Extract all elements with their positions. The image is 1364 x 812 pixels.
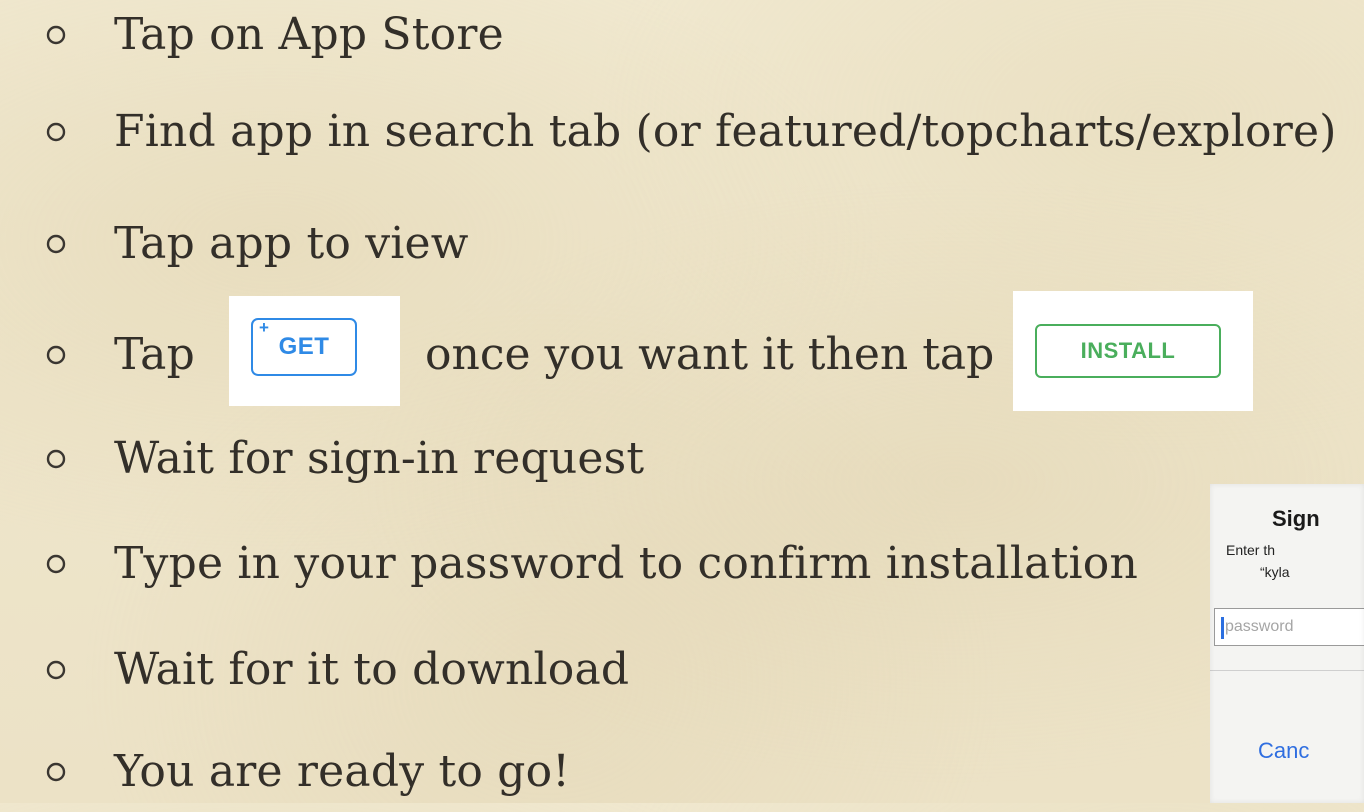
hollow-circle-icon xyxy=(45,24,67,46)
hollow-circle-icon xyxy=(45,448,67,470)
get-button-image: + GET xyxy=(229,296,400,406)
install-button-label: INSTALL xyxy=(1080,338,1176,363)
step-text: Tap app to view xyxy=(114,218,469,269)
get-button[interactable]: + GET xyxy=(251,318,357,376)
step-text: Tap on App Store xyxy=(114,9,504,60)
step-text: Wait for sign-in request xyxy=(114,433,645,484)
step-text: Wait for it to download xyxy=(114,644,630,695)
password-field[interactable]: password xyxy=(1214,608,1364,646)
step-text: Type in your password to confirm install… xyxy=(114,538,1138,589)
password-placeholder: password xyxy=(1225,618,1294,635)
step-text: Tap xyxy=(114,329,195,380)
signin-title: Sign xyxy=(1272,506,1320,531)
hollow-circle-icon xyxy=(45,233,67,255)
signin-dialog: Sign Enter th “kyla password Canc xyxy=(1210,484,1364,803)
signin-message-line1: Enter th xyxy=(1226,542,1276,558)
cancel-button[interactable]: Canc xyxy=(1258,738,1309,764)
get-button-label: GET xyxy=(278,333,330,360)
install-button[interactable]: INSTALL xyxy=(1035,324,1221,378)
step-text: You are ready to go! xyxy=(114,746,571,797)
plus-icon: + xyxy=(259,318,270,337)
hollow-circle-icon xyxy=(45,344,67,366)
text-caret xyxy=(1221,617,1224,639)
install-button-image: INSTALL xyxy=(1013,291,1253,411)
hollow-circle-icon xyxy=(45,553,67,575)
hollow-circle-icon xyxy=(45,761,67,783)
signin-message-line2: “kyla xyxy=(1260,564,1290,580)
step-text-continuation: once you want it then tap xyxy=(425,329,995,380)
hollow-circle-icon xyxy=(45,659,67,681)
step-text: Find app in search tab (or featured/topc… xyxy=(114,106,1337,157)
divider xyxy=(1210,670,1364,671)
hollow-circle-icon xyxy=(45,121,67,143)
